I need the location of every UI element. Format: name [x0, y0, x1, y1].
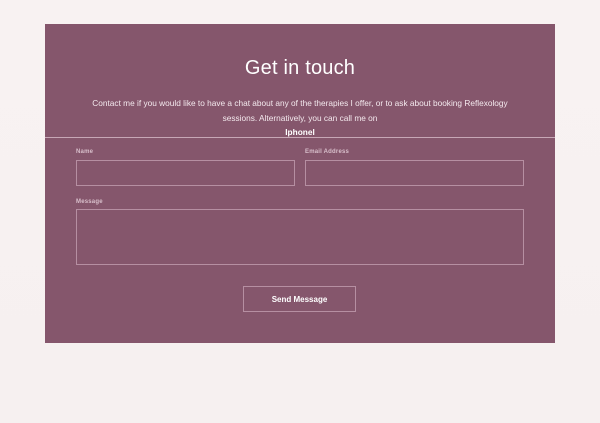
- message-field[interactable]: [76, 209, 524, 265]
- name-field[interactable]: [76, 160, 295, 186]
- section-divider: [45, 137, 555, 138]
- email-label: Email Address: [305, 149, 350, 155]
- message-label: Message: [76, 199, 103, 205]
- contact-title: Get in touch: [244, 57, 356, 79]
- email-field[interactable]: [305, 160, 524, 186]
- name-label: Name: [76, 149, 94, 155]
- contact-intro-text: Contact me if you would like to have a c…: [92, 98, 508, 123]
- page: Get in touch Contact me if you would lik…: [0, 0, 600, 423]
- phone-number: Iphonel: [285, 127, 315, 137]
- contact-card: Get in touch Contact me if you would lik…: [45, 24, 555, 343]
- send-message-button[interactable]: Send Message: [243, 286, 356, 312]
